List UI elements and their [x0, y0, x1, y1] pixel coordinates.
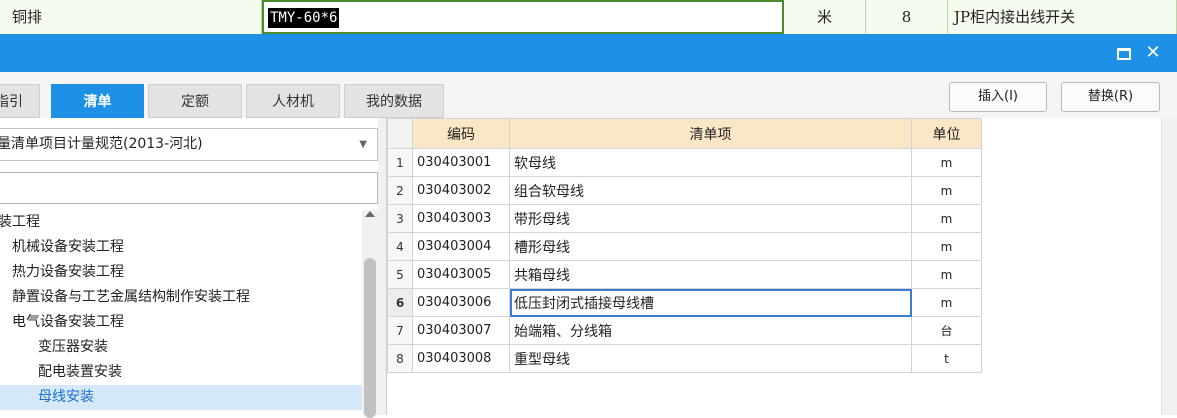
tree-item[interactable]: 变压器安装: [0, 335, 362, 360]
row-number-cell[interactable]: 3: [387, 204, 413, 233]
row-number-cell[interactable]: 8: [387, 344, 413, 373]
spec-cell-selected-text[interactable]: TMY-60*6: [268, 8, 340, 28]
spec-cell[interactable]: TMY-60*6: [262, 0, 784, 34]
tab-quota[interactable]: 定额: [148, 84, 242, 118]
panel-divider[interactable]: [378, 118, 386, 415]
code-cell[interactable]: 030403003: [412, 204, 510, 233]
row-number-cell[interactable]: 5: [387, 260, 413, 289]
right-edge-scrollbar[interactable]: [1161, 118, 1177, 415]
unit-cell[interactable]: m: [911, 176, 982, 205]
item-name-cell[interactable]: 槽形母线: [509, 232, 912, 261]
table-header-row: 编码 清单项 单位: [387, 118, 982, 149]
tree-item[interactable]: 配电装置安装: [0, 360, 362, 385]
table-row[interactable]: 7 030403007 始端箱、分线箱台: [387, 316, 982, 345]
tab-bar: 指引 清单 定额 人材机 我的数据: [0, 84, 450, 118]
scroll-thumb[interactable]: [364, 258, 376, 418]
tree-item[interactable]: 机械设备安装工程: [0, 235, 362, 260]
row-number-cell[interactable]: 4: [387, 232, 413, 261]
code-cell[interactable]: 030403008: [412, 344, 510, 373]
row-number-cell[interactable]: 1: [387, 148, 413, 177]
row-number-cell[interactable]: 2: [387, 176, 413, 205]
left-panel: 量清单项目计量规范(2013-河北) ▼ 装工程 机械设备安装工程 热力设备安装…: [0, 118, 386, 418]
description-cell[interactable]: JP柜内接出线开关: [948, 0, 1177, 34]
tab-bill-list[interactable]: 清单: [51, 84, 144, 118]
unit-cell[interactable]: m: [911, 288, 982, 317]
code-cell[interactable]: 030403002: [412, 176, 510, 205]
item-name-cell[interactable]: 软母线: [509, 148, 912, 177]
bill-items-table: 编码 清单项 单位 1 030403001 软母线 m 2 030403002 组合软母线 m…: [387, 118, 982, 373]
unit-cell[interactable]: t: [911, 344, 982, 373]
column-header-item[interactable]: 清单项: [509, 118, 912, 149]
item-name-cell[interactable]: 带形母线: [509, 204, 912, 233]
background-spreadsheet-row: 铜排 TMY-60*6 米 8 JP柜内接出线开关: [0, 0, 1177, 35]
tree-item-selected[interactable]: 母线安装: [0, 385, 362, 410]
bill-items-grid: 编码 清单项 单位 1 030403001 软母线 m 2 030403002 组合软母线 m…: [386, 118, 1162, 415]
code-cell[interactable]: 030403004: [412, 232, 510, 261]
column-header-code[interactable]: 编码: [412, 118, 510, 149]
item-name-cell[interactable]: 始端箱、分线箱: [509, 316, 912, 345]
table-row[interactable]: 6 030403006 低压封闭式插接母线槽 m: [387, 288, 982, 317]
category-tree: 装工程 机械设备安装工程 热力设备安装工程 静置设备与工艺金属结构制作安装工程 …: [0, 210, 362, 415]
tree-scrollbar[interactable]: [362, 210, 378, 418]
table-row[interactable]: 8 030403008 重型母线 t: [387, 344, 982, 373]
item-name-cell[interactable]: 低压封闭式插接母线槽: [509, 288, 912, 317]
scroll-up-icon[interactable]: [365, 211, 375, 217]
item-name-cell[interactable]: 组合软母线: [509, 176, 912, 205]
item-name-cell[interactable]: 重型母线: [509, 344, 912, 373]
code-cell[interactable]: 030403006: [412, 288, 510, 317]
query-dialog: ✕ 指引 清单 定额 人材机 我的数据 插入(I) 替换(R) 量清单项目计量规…: [0, 34, 1177, 418]
table-row[interactable]: 3 030403003 带形母线 m: [387, 204, 982, 233]
dialog-title-bar[interactable]: ✕: [0, 34, 1177, 72]
tree-item[interactable]: 装工程: [0, 210, 360, 235]
table-row[interactable]: 2 030403002 组合软母线 m: [387, 176, 982, 205]
table-row[interactable]: 5 030403005 共箱母线 m: [387, 260, 982, 289]
code-cell[interactable]: 030403005: [412, 260, 510, 289]
unit-cell[interactable]: m: [911, 148, 982, 177]
unit-cell[interactable]: m: [911, 260, 982, 289]
table-row[interactable]: 4 030403004 槽形母线 m: [387, 232, 982, 261]
tree-item[interactable]: 静置设备与工艺金属结构制作安装工程: [0, 285, 362, 310]
tree-item[interactable]: 热力设备安装工程: [0, 260, 362, 285]
tree-item[interactable]: 电气设备安装工程: [0, 310, 362, 335]
tab-labor-material-machine[interactable]: 人材机: [246, 84, 340, 118]
search-input[interactable]: [0, 172, 378, 204]
chevron-down-icon[interactable]: ▼: [359, 129, 367, 160]
tab-guide[interactable]: 指引: [0, 84, 40, 118]
insert-button[interactable]: 插入(I): [949, 82, 1047, 112]
grid-corner-cell[interactable]: [387, 118, 413, 149]
code-cell[interactable]: 030403001: [412, 148, 510, 177]
table-row[interactable]: 1 030403001 软母线 m: [387, 148, 982, 177]
standard-select-value: 量清单项目计量规范(2013-河北): [0, 136, 203, 152]
unit-cell[interactable]: m: [911, 204, 982, 233]
quantity-cell[interactable]: 8: [866, 0, 948, 34]
code-cell[interactable]: 030403007: [412, 316, 510, 345]
replace-button[interactable]: 替换(R): [1061, 82, 1160, 112]
unit-cell[interactable]: 台: [911, 316, 982, 345]
material-cell[interactable]: 铜排: [0, 0, 262, 34]
tab-my-data[interactable]: 我的数据: [344, 84, 444, 118]
restore-icon[interactable]: [1117, 48, 1131, 60]
row-number-cell[interactable]: 7: [387, 316, 413, 345]
row-number-cell[interactable]: 6: [387, 288, 413, 317]
item-name-cell[interactable]: 共箱母线: [509, 260, 912, 289]
unit-cell[interactable]: m: [911, 232, 982, 261]
unit-cell[interactable]: 米: [784, 0, 866, 34]
standard-select[interactable]: 量清单项目计量规范(2013-河北) ▼: [0, 128, 378, 161]
column-header-unit[interactable]: 单位: [911, 118, 982, 149]
close-icon[interactable]: ✕: [1144, 42, 1162, 64]
